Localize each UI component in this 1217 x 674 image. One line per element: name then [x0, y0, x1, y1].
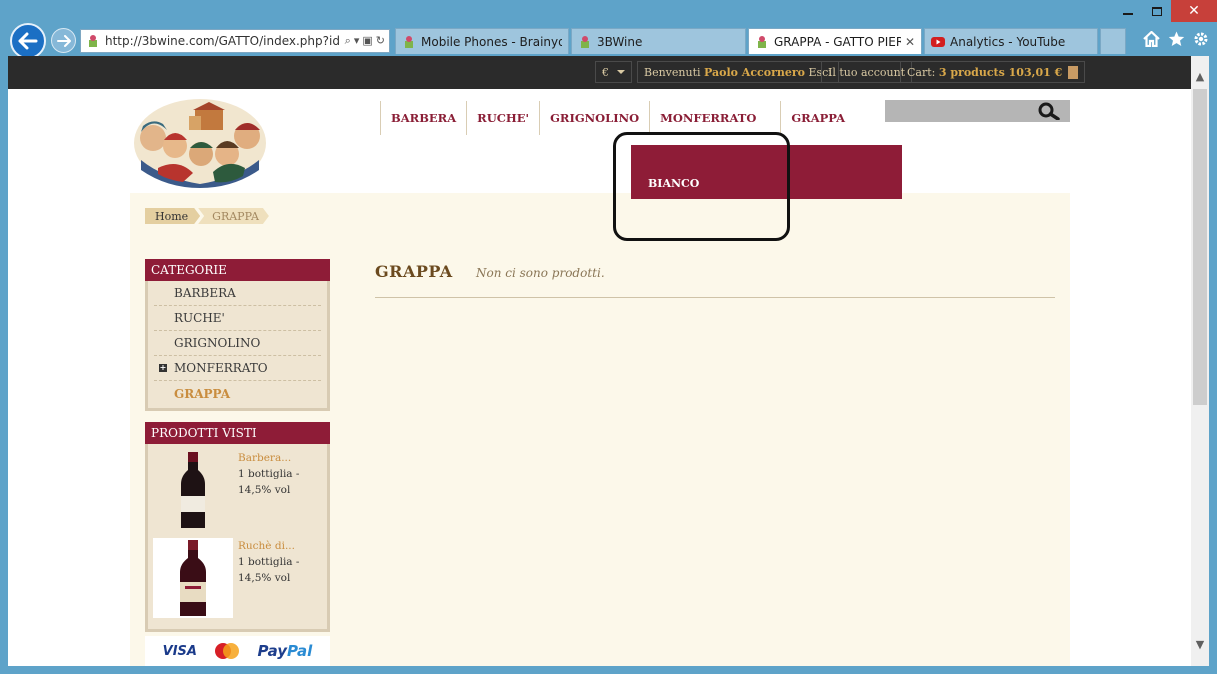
nav-item-barbera[interactable]: BARBERA	[380, 101, 466, 135]
tab-title: Analytics - YouTube	[950, 34, 1066, 49]
forward-button[interactable]	[51, 28, 76, 53]
account-link[interactable]: Il tuo account	[821, 61, 913, 83]
browser-tools	[1143, 31, 1209, 47]
viewed-product-desc: 14,5% vol	[238, 572, 291, 584]
top-bar: € Benvenuti Paolo Accornero Esci Il tuo …	[8, 56, 1191, 89]
category-grappa[interactable]: GRAPPA	[154, 381, 321, 406]
paypal-text-a: Pay	[257, 642, 288, 660]
site-favicon	[581, 35, 589, 48]
back-button[interactable]	[10, 23, 46, 59]
currency-label: €	[602, 65, 609, 79]
tab-mobile-phones[interactable]: Mobile Phones - Brainyde...	[395, 28, 569, 54]
divider	[375, 297, 1055, 298]
tab-title: Mobile Phones - Brainyde...	[421, 34, 562, 49]
star-icon[interactable]	[1168, 31, 1185, 47]
maximize-button[interactable]	[1142, 0, 1171, 22]
tab-title: 3BWine	[597, 34, 643, 49]
page-viewport: € Benvenuti Paolo Accornero Esci Il tuo …	[8, 56, 1191, 666]
product-thumbnail[interactable]	[153, 538, 233, 618]
category-barbera[interactable]: BARBERA	[154, 281, 321, 306]
content-area: Home GRAPPA CATEGORIE BARBERA RUCHE' GRI…	[130, 193, 1070, 666]
page-title: GRAPPA	[375, 262, 453, 281]
minimize-button[interactable]	[1113, 0, 1142, 22]
site-logo[interactable]	[133, 98, 268, 188]
window-controls: ✕	[1113, 0, 1217, 22]
paypal-logo: PayPal	[258, 642, 313, 660]
refresh-icon[interactable]: ↻	[376, 34, 385, 48]
empty-message: Non ci sono prodotti.	[476, 266, 605, 280]
youtube-icon	[931, 36, 945, 47]
viewed-product-name[interactable]: Ruchè di...	[238, 538, 299, 554]
compat-view-icon[interactable]: ▣	[362, 34, 372, 48]
viewed-product[interactable]: Barbera... 1 bottiglia - 14,5% vol	[148, 444, 327, 532]
expand-icon[interactable]: +	[159, 364, 167, 372]
cart-summary: 3 products 103,01 €	[938, 65, 1063, 79]
annotation-highlight	[613, 132, 790, 241]
cart-icon	[1068, 65, 1079, 79]
mastercard-logo	[215, 643, 240, 659]
search-icon[interactable]	[1036, 102, 1062, 120]
category-monferrato-label: MONFERRATO	[174, 361, 268, 375]
category-ruche[interactable]: RUCHE'	[154, 306, 321, 331]
gear-icon[interactable]	[1193, 31, 1209, 47]
search-input[interactable]	[885, 100, 1070, 122]
breadcrumb-home[interactable]: Home	[145, 208, 200, 224]
site-favicon	[758, 35, 766, 48]
category-grignolino[interactable]: GRIGNOLINO	[154, 331, 321, 356]
breadcrumb-current: GRAPPA	[198, 208, 269, 224]
address-bar[interactable]: http://3bwine.com/GATTO/index.php?id ⌕ ▾…	[80, 29, 390, 53]
dropdown-arrow-icon[interactable]: ▾	[354, 34, 360, 48]
nav-item-ruche[interactable]: RUCHE'	[466, 101, 539, 135]
product-thumbnail[interactable]	[153, 450, 233, 530]
tab-title: GRAPPA - GATTO PIER...	[774, 34, 901, 49]
categories-title: CATEGORIE	[145, 259, 330, 281]
nav-item-grignolino[interactable]: GRIGNOLINO	[539, 101, 649, 135]
viewed-product-desc: 1 bottiglia -	[238, 468, 300, 480]
payment-methods: VISA PayPal	[145, 636, 330, 666]
account-label: Il tuo account	[828, 65, 906, 79]
paypal-text-b: Pal	[287, 642, 313, 660]
close-window-button[interactable]: ✕	[1171, 0, 1217, 22]
search-icon[interactable]: ⌕	[345, 34, 351, 48]
visa-logo: VISA	[162, 643, 197, 659]
nav-item-monferrato[interactable]: MONFERRATO	[649, 101, 780, 135]
arrow-right-icon	[56, 34, 71, 47]
viewed-product-name[interactable]: Barbera...	[238, 450, 299, 466]
cart-label: Cart:	[907, 65, 936, 79]
home-icon[interactable]	[1143, 31, 1160, 47]
viewed-product[interactable]: Ruchè di... 1 bottiglia - 14,5% vol	[148, 532, 327, 620]
breadcrumb: Home GRAPPA	[145, 208, 269, 224]
arrow-left-icon	[18, 32, 38, 50]
welcome-text: Benvenuti	[644, 65, 701, 79]
currency-selector[interactable]: €	[595, 61, 632, 83]
new-tab-button[interactable]	[1100, 28, 1126, 54]
site-favicon	[89, 35, 97, 47]
nav-item-grappa[interactable]: GRAPPA	[780, 101, 855, 135]
viewed-products-title: PRODOTTI VISTI	[145, 422, 330, 444]
category-monferrato[interactable]: + MONFERRATO	[154, 356, 321, 381]
main-nav: BARBERA RUCHE' GRIGNOLINO MONFERRATO GRA…	[380, 101, 855, 135]
vertical-scrollbar[interactable]: ▲ ▼	[1191, 56, 1209, 666]
scroll-up-icon[interactable]: ▲	[1191, 68, 1209, 84]
scroll-down-icon[interactable]: ▼	[1191, 636, 1209, 652]
chevron-down-icon	[617, 70, 625, 74]
tab-3bwine[interactable]: 3BWine	[571, 28, 746, 54]
browser-chrome: ✕ http://3bwine.com/GATTO/index.php?id ⌕…	[0, 0, 1217, 59]
welcome-area: Benvenuti Paolo Accornero Esci	[637, 61, 839, 83]
viewed-product-desc: 1 bottiglia -	[238, 556, 300, 568]
tab-grappa[interactable]: GRAPPA - GATTO PIER... ✕	[748, 28, 922, 54]
scroll-thumb[interactable]	[1193, 89, 1207, 405]
cart-link[interactable]: Cart: 3 products 103,01 €	[900, 61, 1086, 83]
site-favicon	[405, 35, 413, 48]
viewed-product-desc: 14,5% vol	[238, 484, 291, 496]
categories-box: CATEGORIE BARBERA RUCHE' GRIGNOLINO + MO…	[145, 259, 330, 411]
close-tab-icon[interactable]: ✕	[905, 35, 915, 49]
url-text[interactable]: http://3bwine.com/GATTO/index.php?id	[105, 34, 345, 48]
user-name[interactable]: Paolo Accornero	[704, 66, 805, 79]
viewed-products-box: PRODOTTI VISTI Barbera... 1 bottiglia - …	[145, 422, 330, 632]
tab-analytics-youtube[interactable]: Analytics - YouTube	[924, 28, 1098, 54]
